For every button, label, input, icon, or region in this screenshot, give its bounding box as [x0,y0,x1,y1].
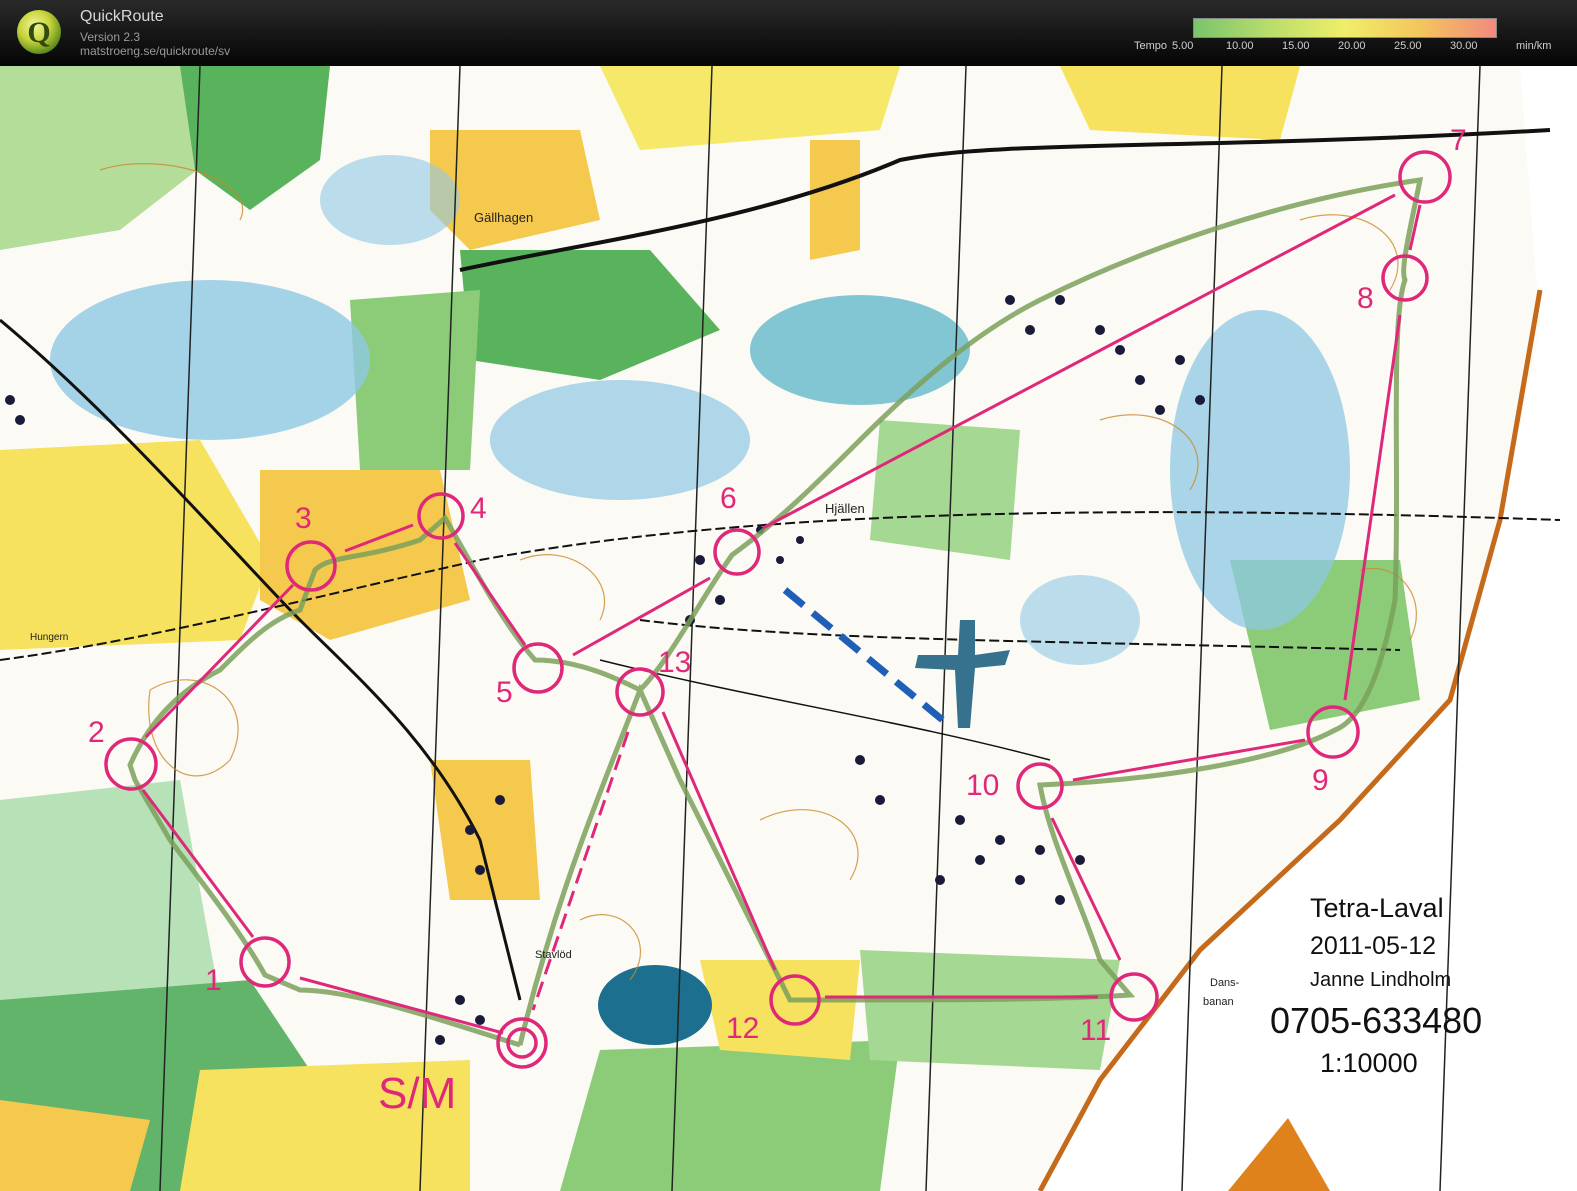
control-label-8: 8 [1357,282,1374,315]
tempo-tick: 15.00 [1282,40,1310,52]
tempo-tick: 20.00 [1338,40,1366,52]
app-title: QuickRoute [80,8,164,25]
event-name: Tetra-Laval [1310,893,1444,923]
map-canvas: S/M 1 2 3 4 5 6 7 8 9 10 11 12 13 Gällha… [0,66,1577,1191]
event-date: 2011-05-12 [1310,932,1436,960]
marsh-area [320,155,460,245]
app-version: Version 2.3 [80,30,141,44]
marsh-area [50,280,370,440]
marsh-area [750,295,970,405]
tempo-legend: Tempo 5.00 10.00 15.00 20.00 25.00 30.00… [1120,14,1560,58]
control-label-10: 10 [966,769,999,802]
tempo-tick: 25.00 [1394,40,1422,52]
control-label-1: 1 [205,964,222,997]
event-phone: 0705-633480 [1270,1000,1482,1041]
start-finish-label: S/M [378,1069,456,1118]
tempo-label: Tempo [1134,40,1168,52]
control-label-6: 6 [720,482,737,515]
event-author: Janne Lindholm [1310,969,1451,991]
map-scale: 1:10000 [1320,1048,1418,1078]
logo-letter: Q [27,16,50,49]
lake [598,965,712,1045]
control-label-2: 2 [88,716,105,749]
place-name-gallhagen: Gällhagen [474,210,533,225]
open-yellow-area [1060,66,1300,140]
control-label-3: 3 [295,502,312,535]
tempo-tick: 10.00 [1226,40,1254,52]
tempo-tick: 5.00 [1172,40,1194,52]
forest-green-area [870,420,1020,560]
control-label-12: 12 [726,1012,759,1045]
app-header: Q QuickRoute Version 2.3 matstroeng.se/q… [0,0,1577,66]
forest-green-area [860,950,1120,1070]
place-name-hungern: Hungern [30,632,68,643]
control-label-4: 4 [470,492,487,525]
control-label-11: 11 [1080,1014,1111,1047]
control-label-7: 7 [1450,124,1467,157]
forest-green-area [560,1040,900,1191]
orienteering-map[interactable]: S/M 1 2 3 4 5 6 7 8 9 10 11 12 13 Gällha… [0,66,1577,1191]
tempo-gradient-bar [1193,18,1497,38]
forest-green-area [350,290,480,470]
place-name-hjallen: Hjällen [825,501,865,516]
control-label-9: 9 [1312,764,1329,797]
tempo-tick: 30.00 [1450,40,1478,52]
marsh-area [490,380,750,500]
quickroute-logo-icon: Q [17,10,61,54]
app-url[interactable]: matstroeng.se/quickroute/sv [80,44,230,58]
tempo-unit: min/km [1516,40,1552,52]
control-label-5: 5 [496,676,513,709]
open-yellow-area [810,140,860,260]
place-name-dansbanan: Dans- [1210,977,1240,989]
control-label-13: 13 [658,646,691,679]
place-name-dansbanan: banan [1203,996,1234,1008]
marsh-area [1020,575,1140,665]
place-name-stavlod: Stavlöd [535,949,572,961]
